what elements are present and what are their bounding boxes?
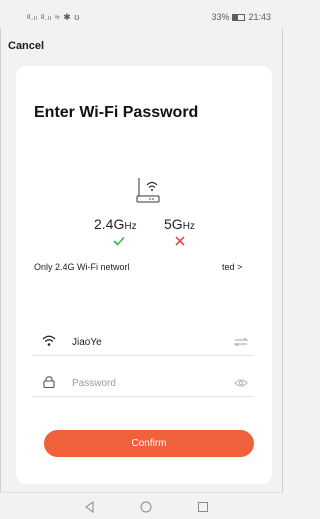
battery-icon bbox=[232, 13, 246, 21]
cancel-button[interactable]: Cancel bbox=[8, 40, 44, 52]
band-notice-link[interactable]: ted > bbox=[222, 262, 242, 272]
router-wifi-icon bbox=[136, 178, 160, 203]
status-bar: ᵍ.ₗₗ ᵍ.ₗₗ ≈ ✱ ʊ 33% 21:43 bbox=[0, 0, 283, 28]
system-nav-bar bbox=[0, 492, 283, 519]
page-title: Enter Wi-Fi Password bbox=[34, 104, 199, 121]
wifi-name-value: JiaoYe bbox=[72, 337, 102, 348]
wifi-icon bbox=[42, 335, 56, 346]
password-input[interactable] bbox=[72, 375, 222, 391]
band-notice-text[interactable]: Only 2.4G Wi-Fi networl bbox=[34, 262, 130, 272]
band-5ghz-label: 5GHz bbox=[164, 216, 195, 232]
signal-indicators: ᵍ.ₗₗ ᵍ.ₗₗ ≈ ✱ ʊ bbox=[27, 12, 80, 22]
confirm-button[interactable]: Confirm bbox=[44, 430, 254, 457]
lock-icon bbox=[43, 376, 55, 388]
cross-icon bbox=[175, 236, 185, 246]
wifi-name-row[interactable]: JiaoYe bbox=[32, 328, 254, 356]
password-row bbox=[32, 369, 254, 397]
switch-network-icon[interactable] bbox=[234, 337, 248, 347]
wifi-password-card: Enter Wi-Fi Password 2.4GHz 5GHz Only 2.… bbox=[16, 66, 272, 484]
status-right: 33% 21:43 bbox=[211, 12, 271, 22]
clock: 21:43 bbox=[248, 12, 271, 22]
band-24ghz-label: 2.4GHz bbox=[94, 216, 137, 232]
eye-icon[interactable] bbox=[234, 378, 248, 388]
home-circle-icon[interactable] bbox=[140, 501, 152, 513]
recents-square-icon[interactable] bbox=[197, 501, 209, 513]
battery-percent: 33% bbox=[211, 12, 230, 22]
back-triangle-icon[interactable] bbox=[84, 501, 96, 513]
check-icon bbox=[113, 236, 125, 246]
